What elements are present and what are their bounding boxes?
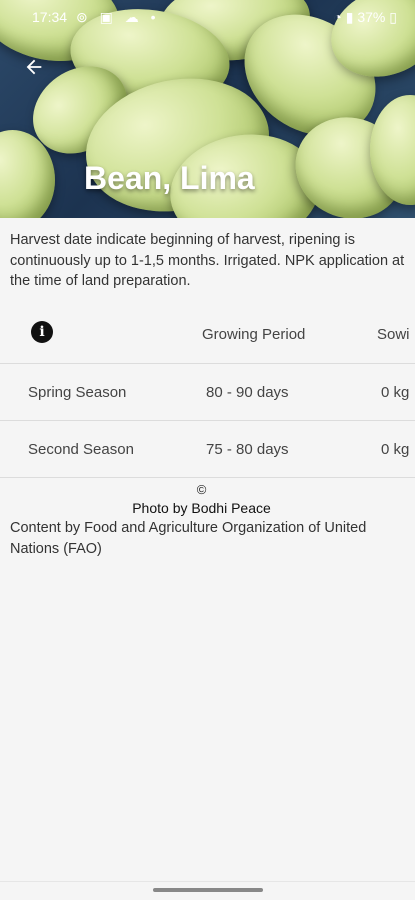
wifi-icon: ◔ bbox=[333, 9, 342, 25]
sowing-cell: 0 kg bbox=[381, 383, 410, 401]
copyright-icon: © bbox=[196, 482, 207, 497]
battery-icon: ▯ bbox=[389, 9, 397, 25]
navigation-bar bbox=[0, 881, 415, 900]
growing-period-cell: 75 - 80 days bbox=[206, 440, 289, 458]
table-row: Spring Season 80 - 90 days 0 kg bbox=[0, 364, 415, 421]
season-cell: Second Season bbox=[28, 440, 134, 458]
status-time: 17:34 bbox=[32, 9, 68, 25]
credits-section: © Photo by Bodhi Peace Content by Food a… bbox=[0, 482, 415, 559]
notification-icons: ⊚ ▣ ☁ • bbox=[76, 9, 160, 25]
sowing-cell: 0 kg bbox=[381, 440, 410, 458]
column-header-growing-period: Growing Period bbox=[202, 325, 306, 343]
season-cell: Spring Season bbox=[28, 383, 127, 401]
growing-period-cell: 80 - 90 days bbox=[206, 383, 289, 401]
crop-table[interactable]: i Growing Period Sowi Spring Season 80 -… bbox=[0, 305, 415, 478]
status-right: ◔ ▮ 37% ▯ bbox=[333, 9, 397, 26]
page-title: Bean, Lima bbox=[84, 160, 255, 196]
battery-level: 37% bbox=[357, 9, 386, 25]
arrow-left-icon bbox=[26, 59, 42, 74]
content-credit: Content by Food and Agriculture Organiza… bbox=[10, 520, 367, 557]
signal-icon: ▮ bbox=[345, 9, 354, 25]
table-row: Second Season 75 - 80 days 0 kg bbox=[0, 421, 415, 478]
back-button[interactable] bbox=[20, 52, 48, 80]
column-header-sowing: Sowi bbox=[377, 325, 410, 343]
crop-description: Harvest date indicate beginning of harve… bbox=[10, 232, 405, 289]
photo-credit[interactable]: Photo by Bodhi Peace bbox=[0, 500, 415, 516]
info-icon[interactable]: i bbox=[31, 321, 53, 343]
gesture-handle[interactable] bbox=[153, 888, 263, 892]
table-header-row: i Growing Period Sowi bbox=[0, 305, 415, 364]
status-bar: 17:34 ⊚ ▣ ☁ • ◔ ▮ 37% ▯ bbox=[0, 0, 415, 34]
